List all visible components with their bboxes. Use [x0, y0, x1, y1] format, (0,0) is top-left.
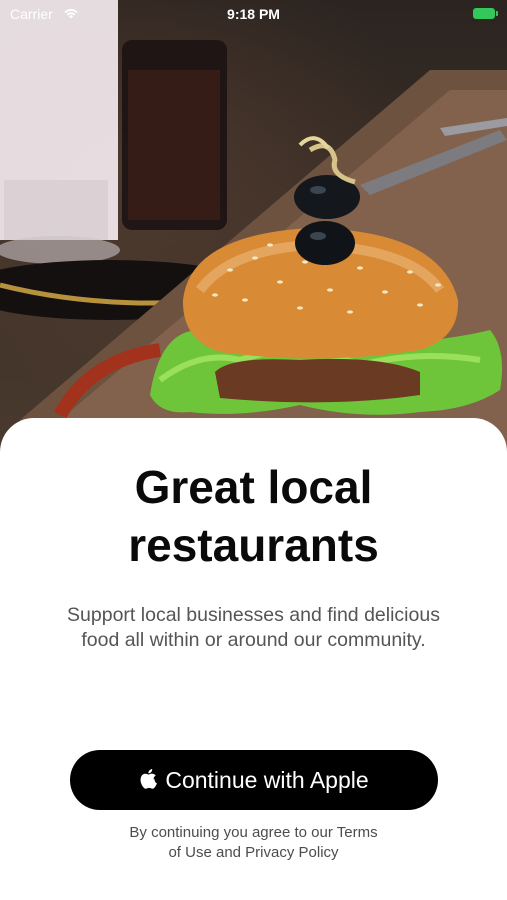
hero-image	[0, 0, 507, 460]
status-bar: Carrier 9:18 PM	[0, 0, 507, 28]
burger-image	[0, 0, 507, 460]
terms-text[interactable]: By continuing you agree to our Terms of …	[90, 823, 417, 863]
terms-line-2: of Use and Privacy Policy	[168, 844, 339, 861]
onboarding-subtitle: Support local businesses and find delici…	[67, 604, 440, 651]
title-line-1: Great local	[134, 461, 373, 513]
onboarding-title: Great local restaurants	[0, 458, 507, 574]
status-time: 9:18 PM	[227, 6, 280, 22]
apple-logo-icon	[140, 769, 158, 789]
battery-icon	[473, 8, 498, 19]
title-line-2: restaurants	[128, 519, 379, 571]
continue-with-apple-button[interactable]: Continue with Apple	[70, 750, 438, 810]
apple-button-label: Continue with Apple	[165, 766, 369, 793]
terms-line-1: By continuing you agree to our Terms	[129, 824, 378, 841]
